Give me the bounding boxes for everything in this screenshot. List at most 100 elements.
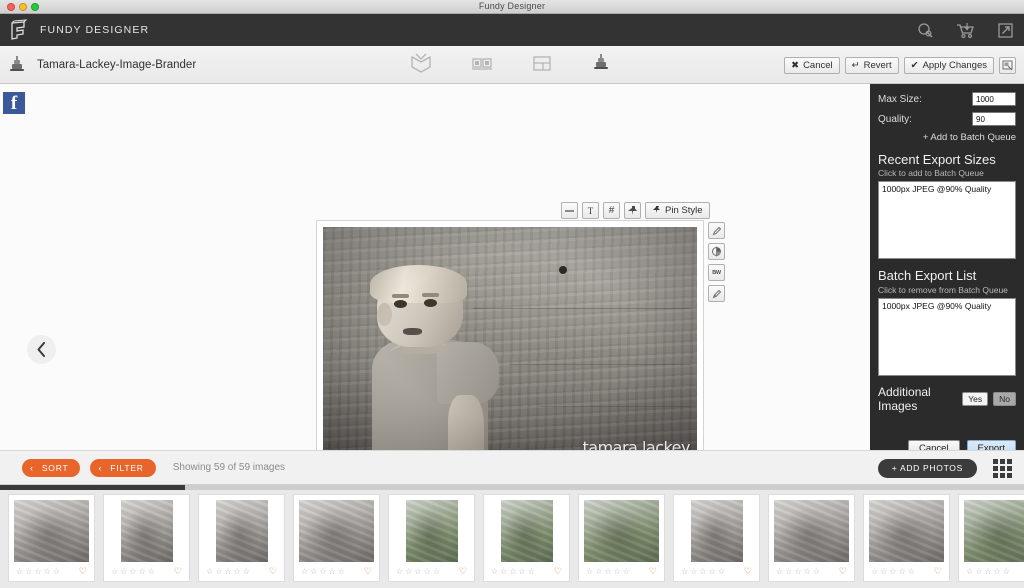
star-icon[interactable]: ☆ [215,567,222,576]
filmstrip-scrollbar[interactable] [0,485,1024,490]
star-icon[interactable]: ☆ [776,567,783,576]
filter-button[interactable]: ‹ FILTER [90,458,156,477]
star-icon[interactable]: ☆ [301,567,308,576]
grid-view-icon[interactable] [993,458,1012,478]
rating-stars[interactable]: ☆ ☆ ☆ ☆ ☆ [966,567,1010,576]
star-icon[interactable]: ☆ [34,567,41,576]
star-icon[interactable]: ☆ [889,567,896,576]
facebook-badge-icon[interactable]: f [3,92,25,114]
star-icon[interactable]: ☆ [319,567,326,576]
star-icon[interactable]: ☆ [966,567,973,576]
star-icon[interactable]: ☆ [604,567,611,576]
heart-icon[interactable]: ♡ [649,567,657,576]
star-icon[interactable]: ☆ [243,567,250,576]
share-export-icon[interactable] [997,22,1014,39]
cancel-button[interactable]: ✖ Cancel [784,56,840,74]
star-icon[interactable]: ☆ [785,567,792,576]
star-icon[interactable]: ☆ [206,567,213,576]
quality-input[interactable] [972,112,1016,126]
thumbnail-image[interactable] [774,500,849,562]
star-icon[interactable]: ☆ [519,567,526,576]
thumbnail-card[interactable]: ☆☆☆☆☆♡ [198,494,285,582]
add-to-batch-queue-button[interactable]: + Add to Batch Queue [878,132,1016,143]
star-icon[interactable]: ☆ [908,567,915,576]
text-tool-icon[interactable]: T [582,202,599,219]
bw-icon[interactable]: BW [708,264,725,281]
star-icon[interactable]: ☆ [709,567,716,576]
heart-icon[interactable]: ♡ [554,567,562,576]
star-icon[interactable]: ☆ [111,567,118,576]
retouch-icon[interactable] [708,285,725,302]
star-icon[interactable]: ☆ [53,567,60,576]
rating-stars[interactable]: ☆ ☆ ☆ ☆ ☆ [776,567,820,576]
thumbnail-image[interactable] [690,500,743,562]
thumbnail-card[interactable]: ☆☆☆☆☆♡ [673,494,760,582]
star-icon[interactable]: ☆ [424,567,431,576]
additional-images-no-button[interactable]: No [993,391,1016,406]
thumbnail-card[interactable]: ☆☆☆☆☆♡ [863,494,950,582]
list-item[interactable]: 1000px JPEG @90% Quality [882,184,1012,195]
star-icon[interactable]: ☆ [44,567,51,576]
image-canvas-frame[interactable]: tamara lackey photography [316,220,704,479]
heart-icon[interactable]: ♡ [744,567,752,576]
star-icon[interactable]: ☆ [595,567,602,576]
star-icon[interactable]: ☆ [804,567,811,576]
heart-icon[interactable]: ♡ [839,567,847,576]
thumbnail-image[interactable] [964,500,1024,562]
apply-changes-button[interactable]: ✔ Apply Changes [903,56,994,74]
line-style-icon[interactable] [561,202,578,219]
thumbnail-card[interactable]: ☆☆☆☆☆♡ [103,494,190,582]
star-icon[interactable]: ☆ [491,567,498,576]
heart-icon[interactable]: ♡ [364,567,372,576]
thumbnail-image[interactable] [14,500,89,562]
recent-export-sizes-list[interactable]: 1000px JPEG @90% Quality [878,181,1016,260]
star-icon[interactable]: ☆ [614,567,621,576]
star-icon[interactable]: ☆ [234,567,241,576]
batch-export-list[interactable]: 1000px JPEG @90% Quality [878,297,1016,376]
star-icon[interactable]: ☆ [871,567,878,576]
main-photo[interactable]: tamara lackey photography [323,227,697,472]
heart-icon[interactable]: ♡ [459,567,467,576]
pin-style-button[interactable]: Pin Style [645,202,710,219]
list-item[interactable]: 1000px JPEG @90% Quality [882,301,1012,312]
star-icon[interactable]: ☆ [984,567,991,576]
star-icon[interactable]: ☆ [528,567,535,576]
search-image-icon[interactable] [917,22,934,39]
star-icon[interactable]: ☆ [690,567,697,576]
star-icon[interactable]: ☆ [699,567,706,576]
layout-icon[interactable] [532,53,552,78]
star-icon[interactable]: ☆ [310,567,317,576]
star-icon[interactable]: ☆ [1003,567,1010,576]
star-icon[interactable]: ☆ [139,567,146,576]
star-icon[interactable]: ☆ [681,567,688,576]
rating-stars[interactable]: ☆ ☆ ☆ ☆ ☆ [491,567,535,576]
rating-stars[interactable]: ☆ ☆ ☆ ☆ ☆ [301,567,345,576]
star-icon[interactable]: ☆ [129,567,136,576]
star-icon[interactable]: ☆ [329,567,336,576]
heart-icon[interactable]: ♡ [174,567,182,576]
thumbnail-image[interactable] [869,500,944,562]
star-icon[interactable]: ☆ [994,567,1001,576]
star-icon[interactable]: ☆ [899,567,906,576]
pin-tool-icon[interactable] [624,202,641,219]
thumbnail-card[interactable]: ☆☆☆☆☆♡ [293,494,380,582]
rating-stars[interactable]: ☆ ☆ ☆ ☆ ☆ [16,567,60,576]
thumbnail-image[interactable] [405,500,458,562]
add-photos-button[interactable]: + ADD PHOTOS [877,458,977,478]
star-icon[interactable]: ☆ [25,567,32,576]
rating-stars[interactable]: ☆ ☆ ☆ ☆ ☆ [586,567,630,576]
max-size-input[interactable] [972,92,1016,106]
star-icon[interactable]: ☆ [120,567,127,576]
previous-image-button[interactable] [27,335,56,364]
thumbnail-card[interactable]: ☆☆☆☆☆♡ [958,494,1024,582]
heart-icon[interactable]: ♡ [269,567,277,576]
filmstrip-scrollbar-thumb[interactable] [0,485,185,490]
star-icon[interactable]: ☆ [500,567,507,576]
star-icon[interactable]: ☆ [586,567,593,576]
star-icon[interactable]: ☆ [396,567,403,576]
star-icon[interactable]: ☆ [509,567,516,576]
star-icon[interactable]: ☆ [718,567,725,576]
star-icon[interactable]: ☆ [338,567,345,576]
thumbnail-image[interactable] [120,500,173,562]
star-icon[interactable]: ☆ [975,567,982,576]
